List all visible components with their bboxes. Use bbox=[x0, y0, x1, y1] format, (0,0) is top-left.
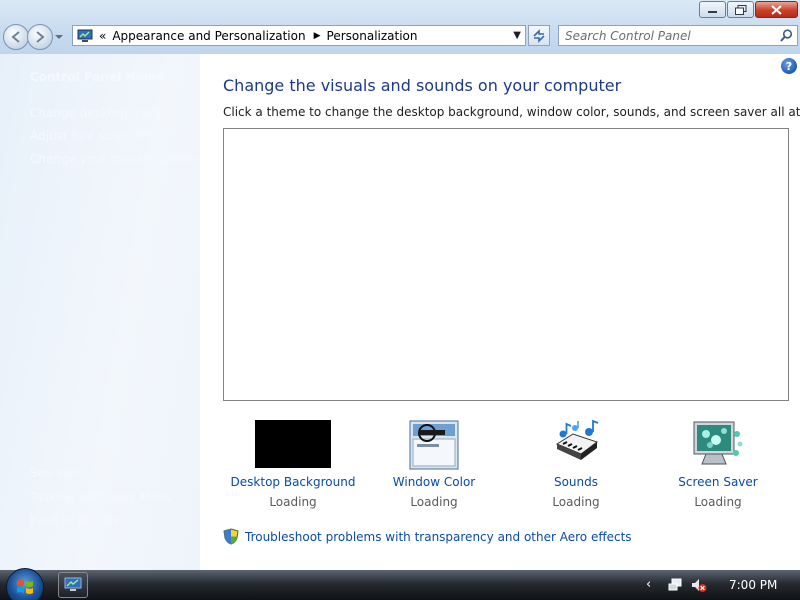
control-panel-home-link[interactable]: Control Panel Home bbox=[30, 70, 164, 84]
change-mouse-pointers-link[interactable]: Change your mouse pointers bbox=[30, 152, 204, 166]
help-button[interactable]: ? bbox=[781, 58, 797, 74]
ease-of-access-link[interactable]: Ease of Access bbox=[30, 513, 119, 527]
close-button[interactable] bbox=[755, 1, 798, 18]
window-color-status: Loading bbox=[410, 495, 458, 509]
sounds-status: Loading bbox=[552, 495, 600, 509]
network-icon[interactable] bbox=[668, 577, 684, 593]
breadcrumb-personalization[interactable]: Personalization bbox=[327, 29, 418, 43]
help-icon: ? bbox=[785, 59, 793, 73]
back-arrow-icon bbox=[11, 31, 20, 43]
search-box bbox=[558, 25, 798, 46]
address-dropdown-icon[interactable]: ▼ bbox=[513, 30, 521, 41]
task-pane: Control Panel Home Change desktop icons … bbox=[0, 54, 204, 570]
desktop-background-label[interactable]: Desktop Background bbox=[223, 475, 363, 489]
desktop-background-tile[interactable]: Desktop Background Loading bbox=[223, 420, 363, 510]
window-color-icon bbox=[409, 420, 459, 473]
window-controls bbox=[699, 1, 798, 18]
recent-pages-dropdown[interactable] bbox=[55, 34, 63, 40]
forward-arrow-icon bbox=[36, 31, 45, 43]
volume-muted-icon[interactable] bbox=[691, 577, 707, 593]
window-color-tile[interactable]: Window Color Loading bbox=[364, 420, 504, 510]
taskbar-start-menu-link[interactable]: Taskbar and Start Menu bbox=[30, 490, 172, 504]
taskbar-clock[interactable]: 7:00 PM bbox=[729, 578, 777, 592]
desktop-background-status: Loading bbox=[269, 495, 317, 509]
sounds-tile[interactable]: Sounds Loading bbox=[506, 419, 646, 510]
search-input[interactable] bbox=[565, 26, 775, 45]
screen-saver-label[interactable]: Screen Saver bbox=[648, 475, 788, 489]
main-content: ? Change the visuals and sounds on your … bbox=[200, 54, 800, 570]
maximize-button[interactable] bbox=[727, 1, 754, 18]
breadcrumb-appearance[interactable]: Appearance and Personalization bbox=[112, 29, 305, 43]
refresh-button[interactable] bbox=[528, 25, 550, 46]
close-icon bbox=[771, 4, 782, 15]
taskbar: ‹ 7:00 PM bbox=[0, 568, 800, 600]
windows-logo-icon bbox=[17, 580, 33, 594]
page-title: Change the visuals and sounds on your co… bbox=[223, 76, 622, 95]
control-panel-icon bbox=[64, 577, 82, 591]
control-panel-icon bbox=[77, 29, 93, 42]
troubleshoot-row: Troubleshoot problems with transparency … bbox=[223, 528, 632, 545]
window-color-label[interactable]: Window Color bbox=[364, 475, 504, 489]
page-description: Click a theme to change the desktop back… bbox=[223, 105, 800, 119]
screen-saver-status: Loading bbox=[694, 495, 742, 509]
start-button[interactable] bbox=[6, 568, 44, 600]
address-overflow-chevron[interactable]: « bbox=[99, 29, 106, 43]
breadcrumb-separator-icon[interactable]: ▶ bbox=[314, 31, 321, 41]
forward-button[interactable] bbox=[27, 24, 53, 50]
minimize-icon bbox=[708, 10, 717, 13]
adjust-font-size-link[interactable]: Adjust font size (DPI) bbox=[30, 129, 155, 143]
show-hidden-icons-chevron-icon[interactable]: ‹ bbox=[646, 577, 651, 592]
navigation-buttons bbox=[3, 24, 63, 50]
address-bar[interactable]: « Appearance and Personalization ▶ Perso… bbox=[72, 25, 526, 46]
taskbar-control-panel-button[interactable] bbox=[58, 572, 88, 598]
change-desktop-icons-link[interactable]: Change desktop icons bbox=[30, 106, 163, 120]
search-icon[interactable] bbox=[780, 29, 793, 42]
desktop-background-icon bbox=[255, 420, 331, 468]
troubleshoot-link[interactable]: Troubleshoot problems with transparency … bbox=[245, 530, 632, 544]
sounds-label[interactable]: Sounds bbox=[506, 475, 646, 489]
restore-icon bbox=[734, 4, 746, 15]
screen-saver-icon bbox=[692, 420, 744, 473]
back-button[interactable] bbox=[3, 24, 29, 50]
shield-icon bbox=[223, 528, 239, 545]
window-chrome: « Appearance and Personalization ▶ Perso… bbox=[0, 0, 800, 54]
minimize-button[interactable] bbox=[699, 1, 726, 18]
sounds-icon bbox=[551, 419, 601, 473]
refresh-icon bbox=[533, 28, 545, 43]
screen-saver-tile[interactable]: Screen Saver Loading bbox=[648, 420, 788, 510]
see-also-heading: See also bbox=[30, 466, 81, 480]
theme-list[interactable] bbox=[223, 128, 789, 401]
